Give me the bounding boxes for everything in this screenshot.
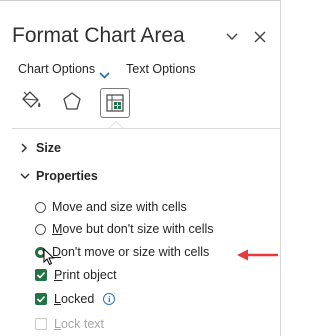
checkbox-checked[interactable] (35, 293, 47, 305)
mouse-cursor-icon (43, 248, 55, 266)
radio-move-no-size[interactable]: Move but don't size with cells (35, 222, 214, 236)
radio-dont-move-or-size[interactable]: Don't move or size with cells (35, 245, 209, 259)
chevron-down-icon (20, 173, 30, 180)
radio-move-and-size[interactable]: Move and size with cells (35, 200, 187, 214)
checkbox-checked[interactable] (35, 269, 47, 281)
section-size-label: Size (36, 141, 62, 155)
chevron-down-icon (226, 33, 238, 40)
checkmark-icon (36, 295, 46, 303)
tab-size-properties[interactable] (100, 88, 130, 118)
tabs-divider (12, 128, 281, 129)
radio-button[interactable] (35, 201, 46, 213)
tab-effects[interactable] (58, 87, 86, 115)
tab-pointer-fill (110, 122, 122, 128)
size-properties-icon (106, 94, 124, 112)
text-options-tab[interactable]: Text Options (126, 62, 195, 76)
checkbox-lock-text: Lock text (35, 317, 104, 331)
chevron-right-icon (21, 143, 28, 153)
paint-bucket-icon (22, 91, 41, 108)
chart-options-chevron[interactable] (99, 66, 110, 84)
red-arrow-annotation (237, 249, 278, 261)
pentagon-icon (63, 92, 81, 110)
chart-options-dropdown[interactable]: Chart Options (18, 62, 95, 76)
checkbox-disabled (35, 318, 47, 330)
info-icon[interactable]: i (103, 293, 116, 305)
checkbox-label: Locked (54, 292, 95, 306)
radio-label: Move and size with cells (52, 200, 187, 214)
checkmark-icon (36, 271, 46, 279)
chevron-down-icon (99, 72, 110, 79)
close-pane-button[interactable] (250, 27, 270, 47)
section-size-header[interactable]: Size (20, 141, 61, 155)
checkbox-label: Print object (54, 268, 117, 282)
radio-button[interactable] (35, 223, 46, 235)
checkbox-print-object[interactable]: Print object (35, 268, 117, 282)
chart-options-label: Chart Options (18, 62, 96, 76)
pane-edge (280, 0, 281, 336)
checkbox-label: Lock text (54, 317, 105, 331)
radio-label: Don't move or size with cells (52, 245, 210, 259)
close-icon (254, 31, 266, 43)
section-properties-label: Properties (36, 169, 98, 183)
tab-fill-line[interactable] (17, 87, 45, 115)
collapse-pane-button[interactable] (222, 27, 242, 47)
radio-label: Move but don't size with cells (52, 222, 214, 236)
section-properties-header[interactable]: Properties (20, 169, 98, 183)
pane-title: Format Chart Area (12, 24, 185, 47)
checkbox-locked[interactable]: Locked i (35, 292, 116, 306)
top-border (0, 0, 281, 1)
